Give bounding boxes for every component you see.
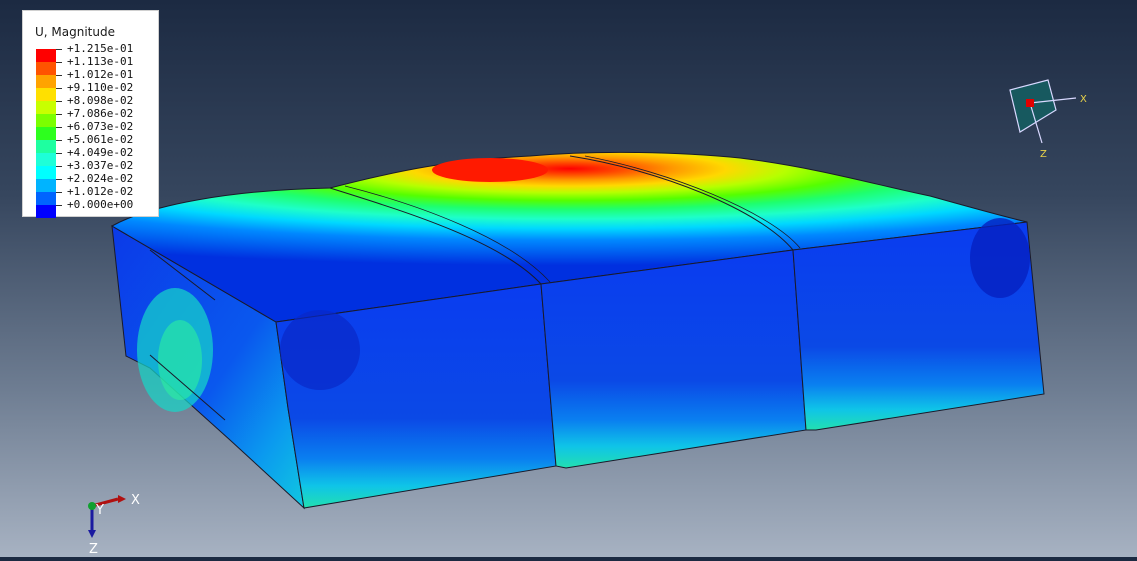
legend-swatch xyxy=(36,62,56,75)
legend-swatch xyxy=(36,101,56,114)
legend-tick xyxy=(56,192,62,193)
legend-label: +2.024e-02 xyxy=(67,172,134,185)
legend-swatch xyxy=(36,153,56,166)
view-triad-z-label: Z xyxy=(1040,149,1047,160)
legend-label: +5.061e-02 xyxy=(67,133,134,146)
legend-tick xyxy=(56,75,62,76)
legend-label: +0.000e+00 xyxy=(67,198,134,211)
legend-tick xyxy=(56,127,62,128)
legend-swatch xyxy=(36,205,56,218)
legend-swatch xyxy=(36,140,56,153)
legend-label: +1.113e-01 xyxy=(67,55,134,68)
view-orientation-triad[interactable]: X Z xyxy=(1009,79,1087,160)
max-displacement-zone xyxy=(432,158,548,182)
legend-label: +1.215e-01 xyxy=(67,42,134,55)
legend-label: +8.098e-02 xyxy=(67,94,134,107)
legend-label: +1.012e-01 xyxy=(67,68,134,81)
legend-label: +1.012e-02 xyxy=(67,185,134,198)
legend-tick xyxy=(56,88,62,89)
legend-tick xyxy=(56,62,62,63)
legend-swatch xyxy=(36,179,56,192)
legend-swatch xyxy=(36,166,56,179)
legend-tick xyxy=(56,140,62,141)
legend-swatch xyxy=(36,49,56,62)
front-face-middle xyxy=(540,249,807,469)
legend-title: U, Magnitude xyxy=(35,25,115,39)
legend-swatch xyxy=(36,114,56,127)
global-x-label: X xyxy=(131,493,140,508)
global-axis-triad: X Y Z xyxy=(88,493,140,557)
view-triad-x-label: X xyxy=(1080,94,1087,105)
legend-tick xyxy=(56,166,62,167)
deformed-model[interactable]: X Z X Y Z xyxy=(0,0,1137,557)
legend-swatch xyxy=(36,75,56,88)
model-viewport[interactable]: X Z X Y Z xyxy=(0,0,1137,557)
legend-swatch xyxy=(36,127,56,140)
legend-swatch xyxy=(36,88,56,101)
legend-swatch xyxy=(36,192,56,205)
legend-tick xyxy=(56,114,62,115)
global-y-label: Y xyxy=(95,503,104,518)
legend-tick xyxy=(56,153,62,154)
global-z-label: Z xyxy=(89,542,98,557)
legend-label: +6.073e-02 xyxy=(67,120,134,133)
legend-tick xyxy=(56,49,62,50)
legend-tick xyxy=(56,179,62,180)
legend-tick xyxy=(56,205,62,206)
legend-tick xyxy=(56,101,62,102)
legend-label: +4.049e-02 xyxy=(67,146,134,159)
legend-label: +3.037e-02 xyxy=(67,159,134,172)
contour-legend[interactable]: U, Magnitude +1.215e-01 +1.113e-01 +1.012e… xyxy=(22,10,159,218)
legend-label: +9.110e-02 xyxy=(67,81,134,94)
legend-label: +7.086e-02 xyxy=(67,107,134,120)
